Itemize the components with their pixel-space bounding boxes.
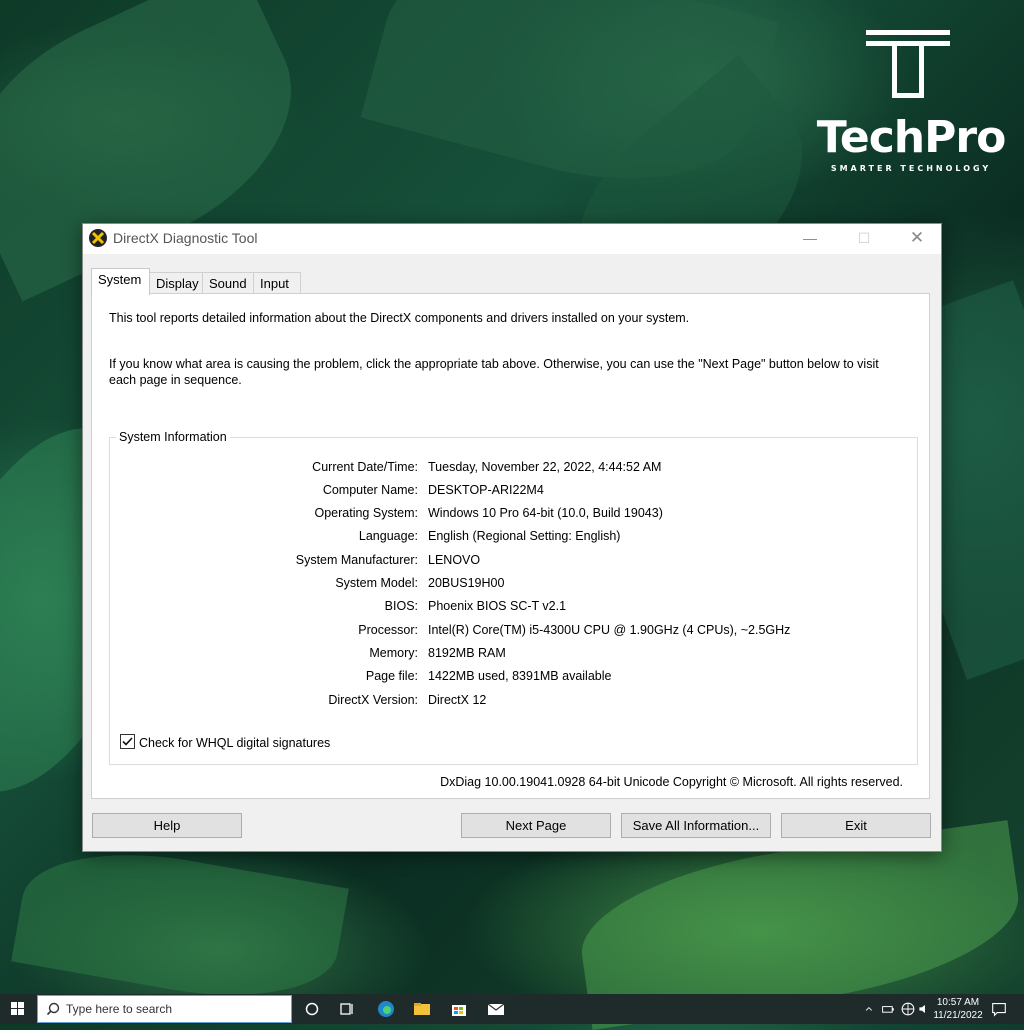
taskbar: Type here to search 10:57 AM 11/21/2022 <box>0 994 1024 1024</box>
techpro-t-logo-icon <box>866 30 950 98</box>
info-label: Processor: <box>358 623 418 637</box>
brand-tagline: SMARTER TECHNOLOGY <box>830 164 992 173</box>
info-value: DirectX 12 <box>428 693 487 707</box>
info-label: Language: <box>358 529 418 543</box>
system-tab-panel: This tool reports detailed information a… <box>91 293 930 799</box>
maximize-button[interactable]: ☐ <box>841 224 887 254</box>
minimize-button[interactable]: — <box>787 224 833 254</box>
title-bar[interactable]: DirectX Diagnostic Tool — ☐ ✕ <box>83 224 941 254</box>
info-row-model: System Model: 20BUS19H00 <box>110 576 917 594</box>
info-value: LENOVO <box>428 553 481 567</box>
info-row-computer-name: Computer Name: DESKTOP-ARI22M4 <box>110 483 917 501</box>
info-label: Page file: <box>365 669 418 683</box>
save-all-information-button[interactable]: Save All Information... <box>621 813 771 838</box>
task-view-icon[interactable] <box>337 999 357 1019</box>
info-row-manufacturer: System Manufacturer: LENOVO <box>110 553 917 571</box>
whql-label: Check for WHQL digital signatures <box>139 736 331 750</box>
info-value: Tuesday, November 22, 2022, 4:44:52 AM <box>428 460 662 474</box>
system-information-group: System Information Current Date/Time: Tu… <box>109 430 918 765</box>
tab-display[interactable]: Display <box>149 272 203 294</box>
file-explorer-icon[interactable] <box>412 999 432 1019</box>
info-value: 8192MB RAM <box>428 646 506 660</box>
info-value: Phoenix BIOS SC-T v2.1 <box>428 599 567 613</box>
next-page-button[interactable]: Next Page <box>461 813 611 838</box>
info-value: 1422MB used, 8391MB available <box>428 669 612 683</box>
tab-system[interactable]: System <box>91 268 150 295</box>
copyright-text: DxDiag 10.00.19041.0928 64-bit Unicode C… <box>440 775 903 789</box>
checkmark-icon <box>122 737 133 746</box>
edge-browser-icon[interactable] <box>376 999 396 1019</box>
exit-button[interactable]: Exit <box>781 813 931 838</box>
info-value: English (Regional Setting: English) <box>428 529 621 543</box>
info-row-directx-version: DirectX Version: DirectX 12 <box>110 693 917 711</box>
taskbar-clock[interactable]: 10:57 AM 11/21/2022 <box>930 996 986 1022</box>
info-label: System Model: <box>335 576 418 590</box>
tab-input[interactable]: Input <box>253 272 301 294</box>
wallpaper-leaf <box>11 833 349 1017</box>
search-placeholder: Type here to search <box>66 1002 173 1016</box>
windows-start-icon[interactable] <box>0 994 36 1024</box>
info-value: DESKTOP-ARI22M4 <box>428 483 544 497</box>
clock-time: 10:57 AM <box>936 997 980 1008</box>
show-hidden-icons-chevron-icon[interactable] <box>864 999 878 1019</box>
info-row-date: Current Date/Time: Tuesday, November 22,… <box>110 460 917 478</box>
info-label: Computer Name: <box>322 483 418 497</box>
taskbar-search-box[interactable]: Type here to search <box>37 995 292 1023</box>
notification-center-icon[interactable] <box>990 999 1008 1019</box>
battery-icon[interactable] <box>881 999 897 1019</box>
group-title: System Information <box>116 430 230 444</box>
info-row-os: Operating System: Windows 10 Pro 64-bit … <box>110 506 917 524</box>
info-label: DirectX Version: <box>328 693 418 707</box>
info-row-bios: BIOS: Phoenix BIOS SC-T v2.1 <box>110 599 917 617</box>
mail-icon[interactable] <box>486 999 506 1019</box>
info-row-page-file: Page file: 1422MB used, 8391MB available <box>110 669 917 687</box>
tab-sound[interactable]: Sound <box>202 272 254 294</box>
info-row-language: Language: English (Regional Setting: Eng… <box>110 529 917 547</box>
info-label: System Manufacturer: <box>295 553 418 567</box>
info-label: BIOS: <box>384 599 418 613</box>
info-value: Windows 10 Pro 64-bit (10.0, Build 19043… <box>428 506 663 520</box>
window-title: DirectX Diagnostic Tool <box>113 230 258 246</box>
network-globe-icon[interactable] <box>899 999 917 1019</box>
info-row-memory: Memory: 8192MB RAM <box>110 646 917 664</box>
intro-text-2: If you know what area is causing the pro… <box>109 357 879 387</box>
brand-name: TechPro <box>816 112 1007 163</box>
intro-text-1: This tool reports detailed information a… <box>109 311 690 325</box>
info-label: Current Date/Time: <box>312 460 418 474</box>
directx-app-icon <box>89 229 107 247</box>
dxdiag-window: DirectX Diagnostic Tool — ☐ ✕ System Dis… <box>82 223 942 852</box>
info-row-processor: Processor: Intel(R) Core(TM) i5-4300U CP… <box>110 623 917 641</box>
info-label: Operating System: <box>314 506 418 520</box>
microsoft-store-icon[interactable] <box>449 999 469 1019</box>
techpro-logo: TechPro SMARTER TECHNOLOGY <box>806 28 1016 178</box>
clock-date: 11/21/2022 <box>933 1010 983 1021</box>
close-button[interactable]: ✕ <box>894 224 940 254</box>
whql-check[interactable]: Check for WHQL digital signatures <box>120 734 330 750</box>
search-icon <box>46 1002 60 1016</box>
help-button[interactable]: Help <box>92 813 242 838</box>
info-value: 20BUS19H00 <box>428 576 505 590</box>
cortana-icon[interactable] <box>302 999 322 1019</box>
info-value: Intel(R) Core(TM) i5-4300U CPU @ 1.90GHz… <box>428 623 791 637</box>
whql-checkbox[interactable] <box>120 734 135 749</box>
info-label: Memory: <box>369 646 418 660</box>
